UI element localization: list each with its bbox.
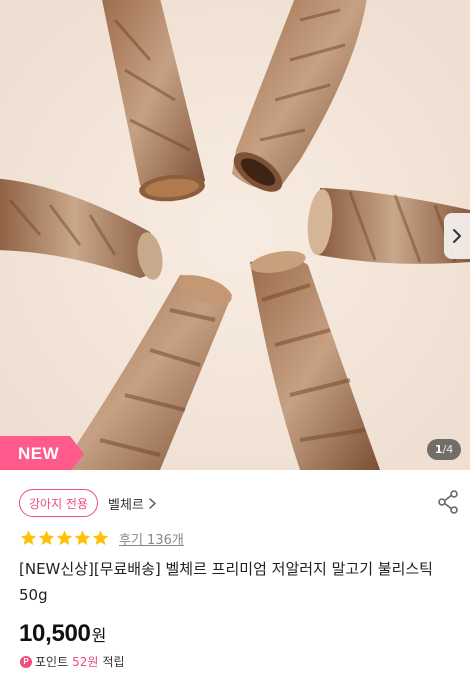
rating-row: 후기 136개 [20, 529, 184, 548]
review-count-link[interactable]: 후기 136개 [119, 529, 184, 548]
pager-current: 1 [434, 443, 443, 456]
product-image-carousel[interactable]: NEW 1 / 4 [0, 0, 470, 470]
image-pager: 1 / 4 [427, 439, 461, 460]
star-icon [56, 530, 73, 546]
star-rating [20, 530, 109, 546]
brand-link[interactable]: 벨체르 [108, 494, 156, 513]
price: 10,500 원 [19, 620, 106, 648]
point-amount: 52원 [72, 655, 99, 669]
star-icon [38, 530, 55, 546]
tag-row: 강아지 전용 벨체르 [19, 489, 459, 517]
new-badge-label: NEW [18, 444, 60, 463]
star-icon [92, 530, 109, 546]
point-label: 포인트 [35, 655, 69, 669]
new-badge: NEW [0, 436, 84, 470]
star-icon [20, 530, 37, 546]
point-info: P 포인트 52원 적립 [20, 653, 125, 670]
star-icon [74, 530, 91, 546]
share-button[interactable] [437, 490, 459, 518]
chevron-right-icon [453, 229, 461, 243]
price-amount: 10,500 [19, 620, 91, 647]
pager-total: 4 [446, 443, 454, 456]
category-tag[interactable]: 강아지 전용 [19, 489, 99, 517]
next-image-button[interactable] [444, 213, 470, 259]
share-icon [438, 490, 458, 514]
point-suffix: 적립 [102, 655, 125, 669]
chevron-right-icon [149, 497, 156, 509]
product-photo [0, 0, 470, 470]
point-icon: P [20, 655, 32, 668]
price-unit: 원 [91, 626, 107, 645]
product-title: [NEW신상][무료배송] 벨체르 프리미엄 저알러지 말고기 불리스틱 50g [19, 560, 433, 604]
brand-name: 벨체르 [108, 497, 144, 513]
